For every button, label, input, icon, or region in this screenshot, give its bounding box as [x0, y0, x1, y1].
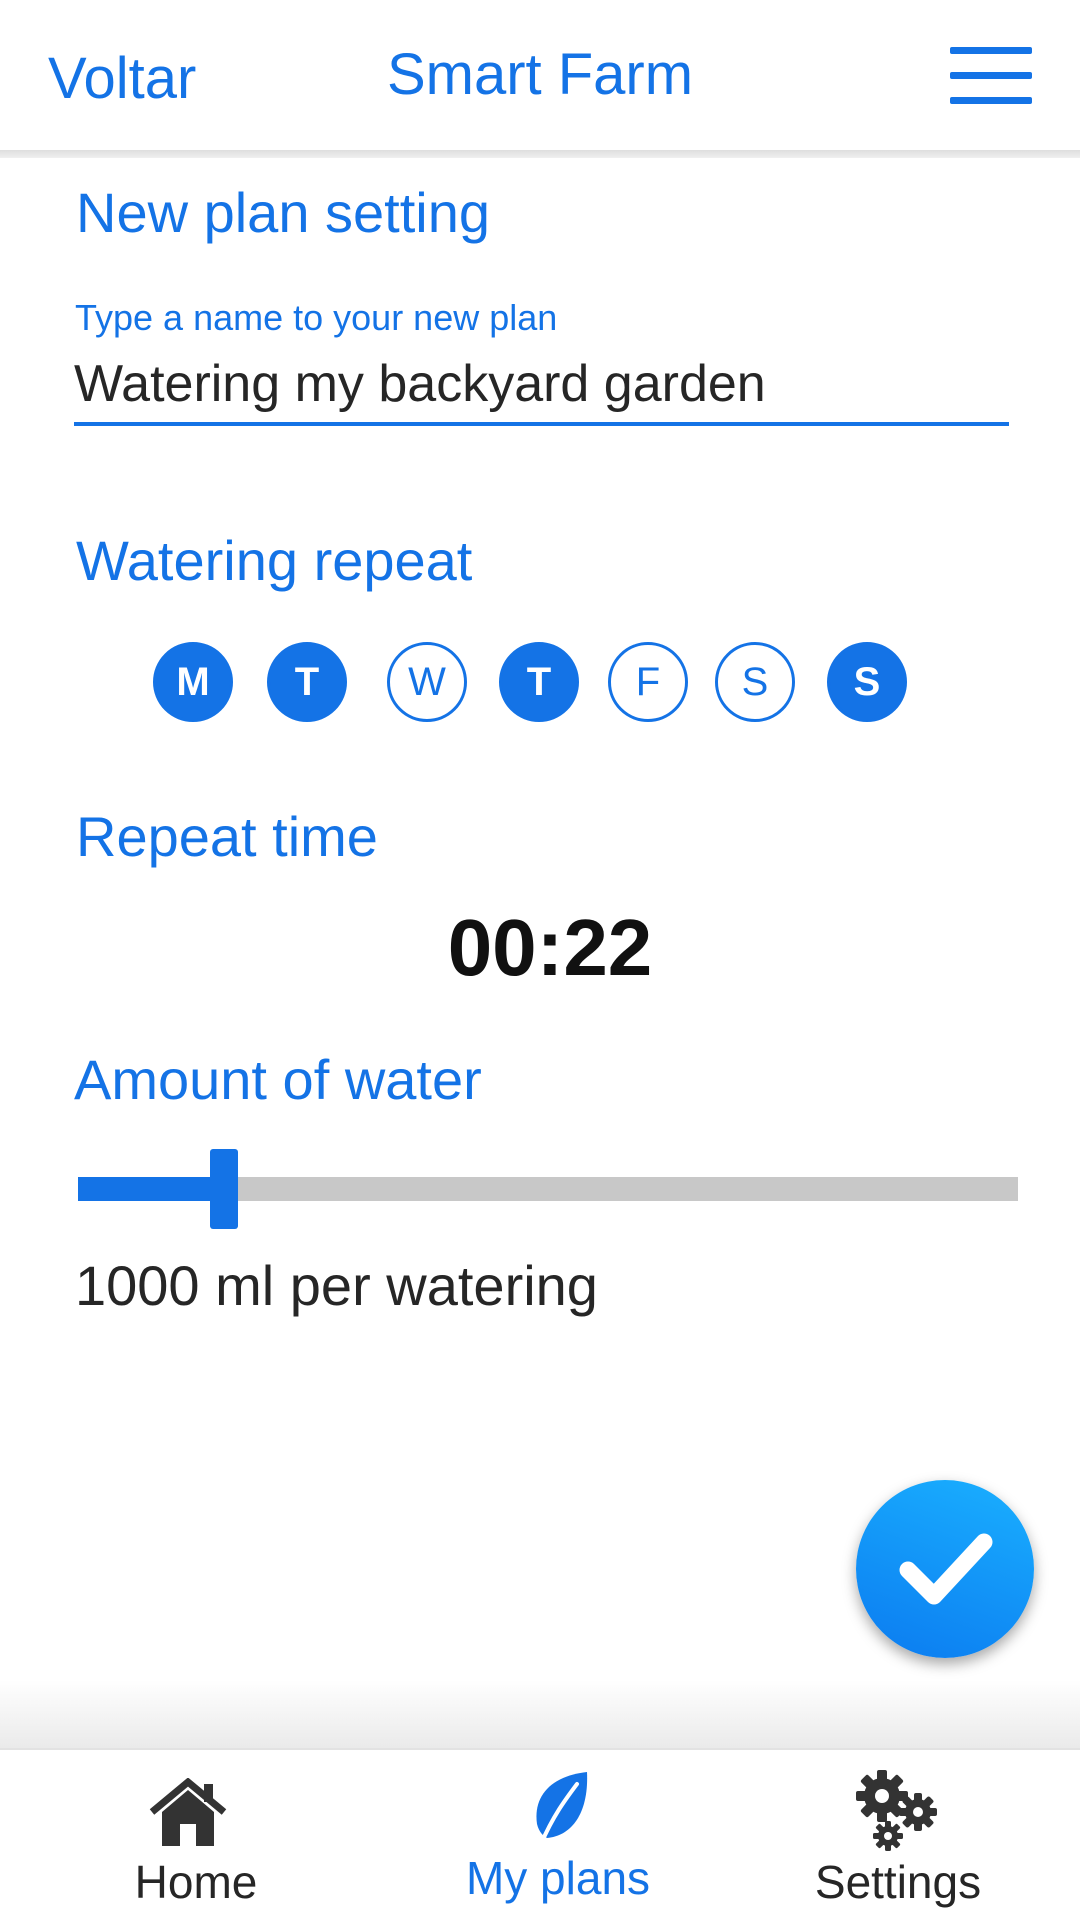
checkmark-icon [899, 1533, 993, 1605]
water-amount-title: Amount of water [74, 1048, 482, 1111]
bottom-nav: Home My plans Settings [0, 1748, 1080, 1922]
nav-label-my-plans: My plans [465, 1852, 651, 1904]
plan-name-label: Type a name to your new plan [75, 297, 558, 338]
day-toggle-monday[interactable]: M [153, 642, 233, 722]
hamburger-menu-icon[interactable] [950, 44, 1032, 106]
nav-label-home: Home [134, 1856, 258, 1908]
day-toggle-friday[interactable]: F [608, 642, 688, 722]
day-toggle-saturday[interactable]: S [715, 642, 795, 722]
confirm-button[interactable] [856, 1480, 1034, 1658]
app-header: Voltar Smart Farm [0, 0, 1080, 152]
repeat-time-title: Repeat time [76, 805, 378, 868]
day-toggle-thursday[interactable]: T [499, 642, 579, 722]
water-amount-text: 1000 ml per watering [75, 1254, 598, 1317]
header-divider [0, 150, 1080, 158]
nav-item-settings[interactable]: Settings [788, 1750, 1008, 1920]
day-toggle-wednesday[interactable]: W [387, 642, 467, 722]
new-plan-title: New plan setting [76, 181, 491, 244]
water-amount-slider[interactable] [78, 1149, 1018, 1229]
day-toggle-tuesday[interactable]: T [267, 642, 347, 722]
repeat-time-value[interactable]: 00:22 [0, 900, 1080, 996]
nav-item-home[interactable]: Home [96, 1750, 296, 1920]
nav-label-settings: Settings [814, 1856, 982, 1908]
app-title: Smart Farm [386, 42, 694, 107]
home-icon [149, 1778, 227, 1846]
bottom-nav-shadow [0, 1680, 1080, 1748]
slider-fill [78, 1177, 224, 1201]
slider-thumb[interactable] [210, 1149, 238, 1229]
nav-item-my-plans[interactable]: My plans [438, 1750, 678, 1920]
day-toggle-sunday[interactable]: S [827, 642, 907, 722]
leaf-icon [536, 1772, 588, 1846]
watering-repeat-title: Watering repeat [76, 529, 473, 592]
gears-icon [856, 1770, 937, 1851]
plan-name-input[interactable] [74, 346, 1009, 426]
